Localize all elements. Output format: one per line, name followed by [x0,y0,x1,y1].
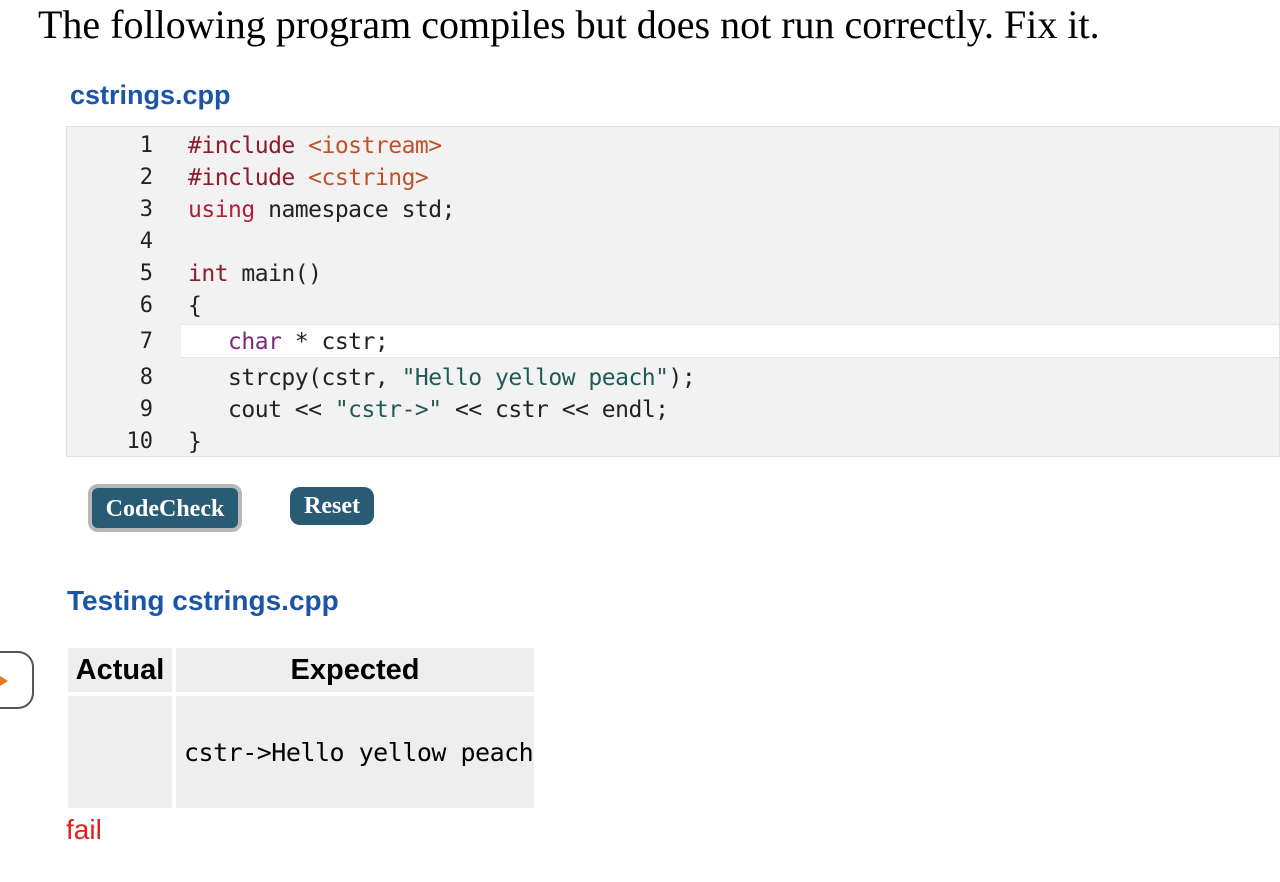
code-line[interactable]: 9 cout << "cstr->" << cstr << endl; [67,394,1279,426]
line-number: 7 [139,329,153,354]
code-line[interactable]: 2 #include <cstring> [67,162,1279,194]
code-line[interactable]: 6 { [67,290,1279,322]
expected-output: cstr->Hello yellow peach [184,737,534,767]
cell-expected: cstr->Hello yellow peach [176,696,534,808]
header-actual: Actual [68,648,172,692]
code-text[interactable]: #include <iostream> [188,130,442,162]
code-text[interactable]: } [188,426,202,456]
line-number: 6 [139,293,153,318]
code-text[interactable]: int main() [188,258,322,290]
code-line[interactable]: 8 strcpy(cstr, "Hello yellow peach"); [67,362,1279,394]
code-line-active[interactable]: 7 char * cstr; [67,326,1279,358]
side-panel-toggle[interactable] [0,651,34,709]
code-text[interactable]: #include <cstring> [188,162,429,194]
code-line[interactable]: 10 } [67,426,1279,456]
test-verdict: fail [66,814,102,845]
code-text[interactable]: char * cstr; [188,326,389,358]
play-arrow-icon [0,676,8,686]
reset-button[interactable]: Reset [290,487,374,525]
line-number: 10 [126,429,154,454]
line-number: 8 [139,365,153,390]
code-text[interactable]: { [188,290,202,322]
line-number: 2 [139,165,153,190]
code-text[interactable]: cout << "cstr->" << cstr << endl; [188,394,669,426]
header-expected: Expected [176,648,534,692]
line-number: 5 [139,261,153,286]
code-line[interactable]: 5 int main() [67,258,1279,290]
results-table: Actual Expected cstr->Hello yellow peach [64,644,538,812]
table-header-row: Actual Expected [68,648,534,692]
code-editor[interactable]: 1 #include <iostream> 2 #include <cstrin… [66,126,1280,457]
code-line[interactable]: 4 [67,226,1279,258]
codecheck-button[interactable]: CodeCheck [88,484,242,532]
line-number: 9 [139,397,153,422]
instructions-text: The following program compiles but does … [38,2,1100,47]
line-number: 1 [139,133,153,158]
code-text[interactable]: strcpy(cstr, "Hello yellow peach"); [188,362,696,394]
code-line[interactable]: 3 using namespace std; [67,194,1279,226]
line-number: 3 [139,197,153,222]
cell-actual [68,696,172,808]
code-line[interactable]: 1 #include <iostream> [67,130,1279,162]
file-title: cstrings.cpp [70,80,231,110]
line-number: 4 [139,229,153,254]
testing-title: Testing cstrings.cpp [67,585,339,616]
table-row: cstr->Hello yellow peach [68,696,534,808]
code-text[interactable]: using namespace std; [188,194,455,226]
